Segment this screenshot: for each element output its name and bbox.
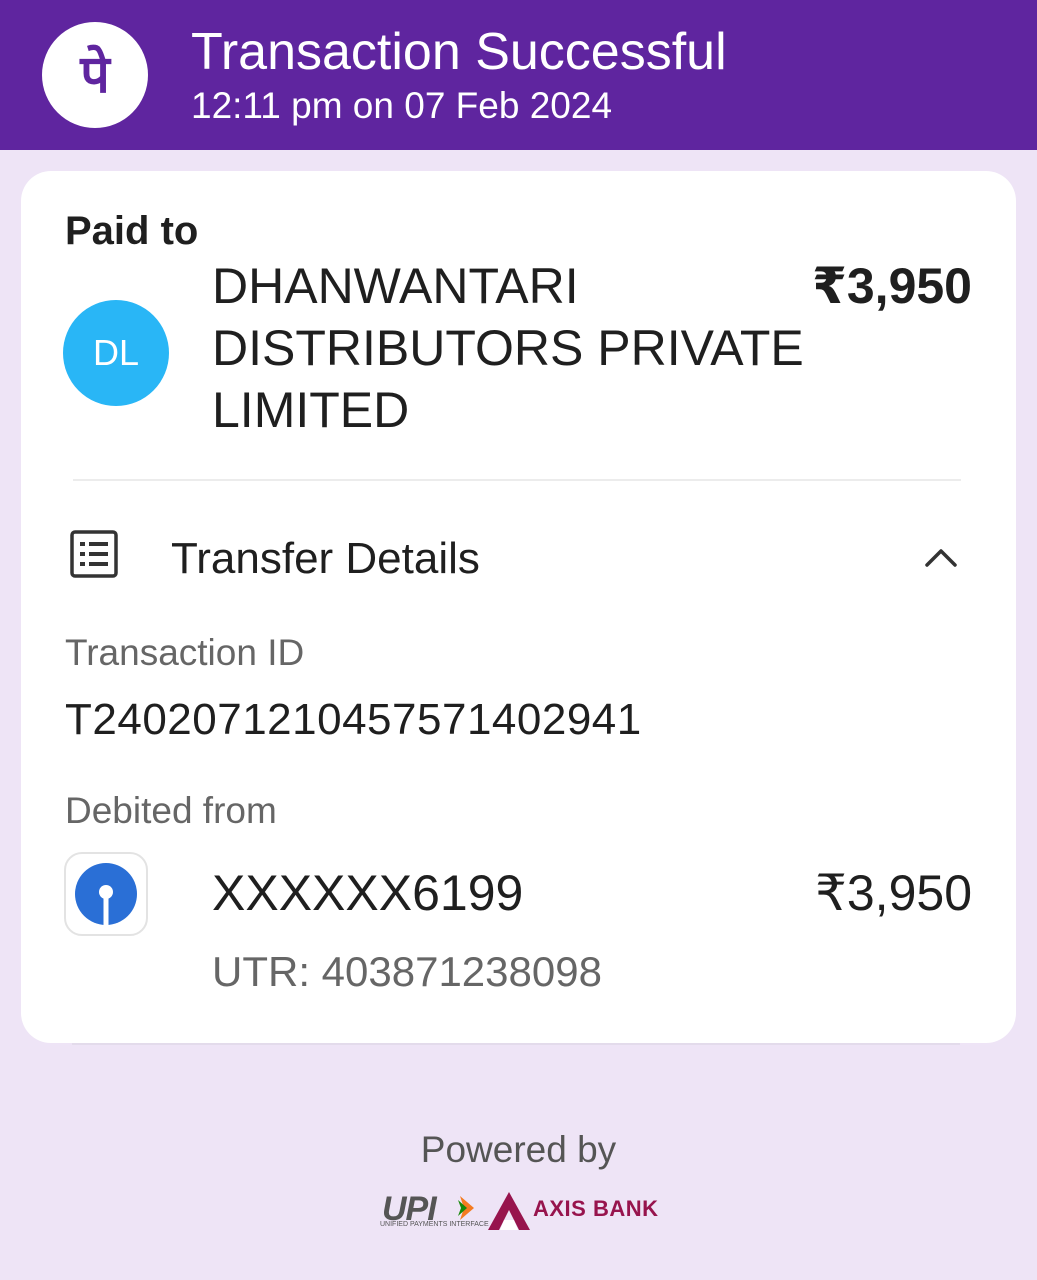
axis-bank-logo-icon	[488, 1192, 530, 1230]
transaction-card: Paid to DL DHANWANTARI DISTRIBUTORS PRIV…	[21, 171, 1016, 1043]
transfer-details-label: Transfer Details	[171, 534, 480, 583]
debited-from-label: Debited from	[65, 790, 277, 831]
axis-bank-logo: AXIS BANK	[533, 1196, 659, 1221]
header-bar: पे Transaction Successful 12:11 pm on 07…	[0, 0, 1037, 150]
utr-number[interactable]: UTR: 403871238098	[212, 946, 602, 998]
payee-avatar: DL	[63, 300, 169, 406]
transaction-id-value[interactable]: T2402071210457571402941	[65, 693, 642, 747]
sbi-bank-icon	[64, 852, 148, 936]
debit-account-number: XXXXXX6199	[212, 865, 524, 921]
page-title: Transaction Successful	[191, 23, 727, 81]
payee-name: DHANWANTARI DISTRIBUTORS PRIVATE LIMITED	[212, 258, 804, 438]
upi-subtext: UNIFIED PAYMENTS INTERFACE	[380, 1221, 489, 1228]
svg-text:पे: पे	[79, 44, 112, 105]
upi-arrow-icon	[458, 1196, 474, 1220]
powered-by-label: Powered by	[420, 1129, 617, 1170]
chevron-up-icon[interactable]	[919, 535, 963, 579]
receipt-list-icon	[70, 530, 118, 578]
paid-amount: ₹3,950	[812, 258, 972, 314]
card-shadow-line	[72, 1043, 960, 1045]
phonepe-logo-icon: पे	[42, 22, 148, 128]
debit-amount: ₹3,950	[815, 865, 972, 921]
divider	[73, 479, 961, 481]
transaction-timestamp: 12:11 pm on 07 Feb 2024	[191, 85, 613, 126]
transaction-id-label: Transaction ID	[65, 632, 305, 673]
paid-to-label: Paid to	[65, 209, 199, 253]
